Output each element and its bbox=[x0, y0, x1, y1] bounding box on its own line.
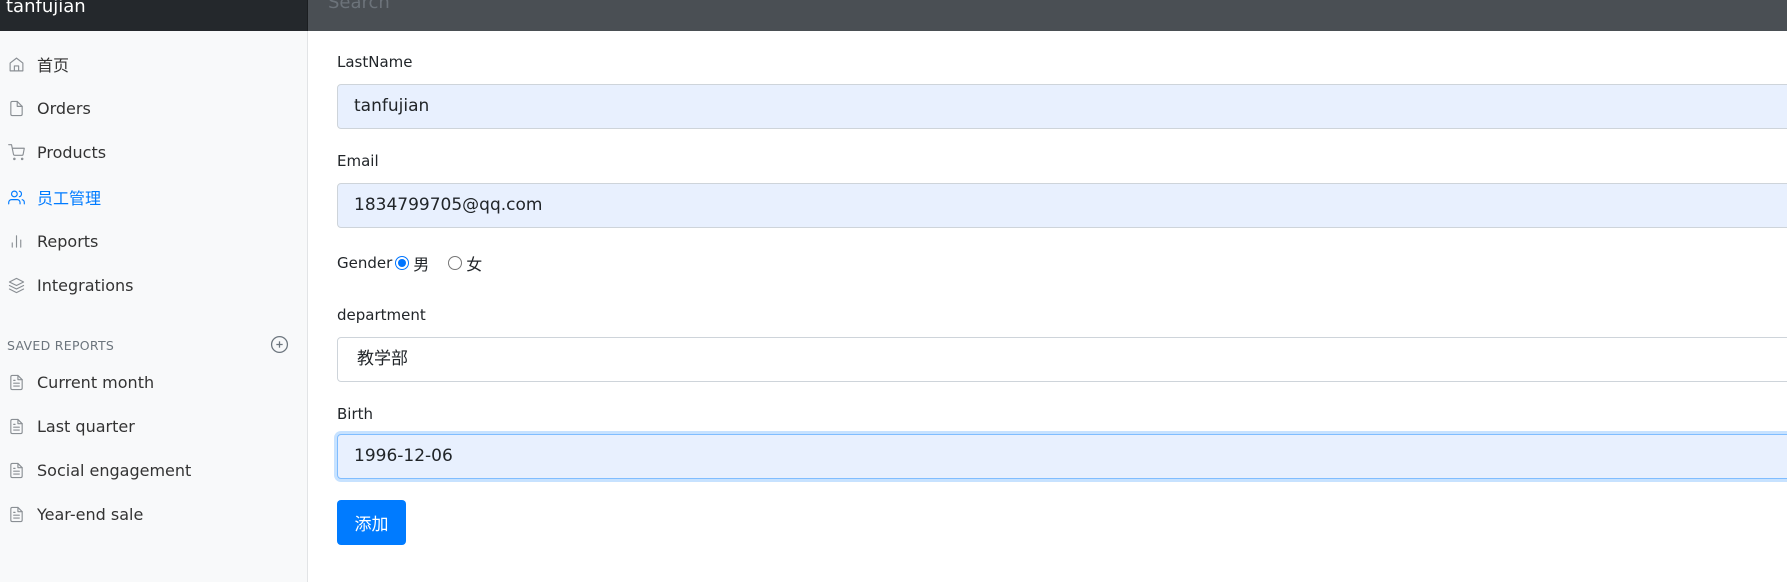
sidebar: 首页 Orders Products 员工管理 Reports Integrat… bbox=[0, 31, 308, 582]
lastname-label: LastName bbox=[337, 53, 413, 71]
top-navbar: tanfujian Search bbox=[0, 0, 1787, 31]
file-text-icon bbox=[7, 417, 25, 435]
sidebar-item-integrations[interactable]: Integrations bbox=[0, 270, 300, 300]
employee-form: LastName tanfujian Email 1834799705@qq.c… bbox=[309, 31, 1787, 582]
search-input[interactable]: Search bbox=[308, 0, 1787, 31]
add-button[interactable]: 添加 bbox=[337, 500, 406, 545]
sidebar-item-label: Reports bbox=[37, 231, 99, 251]
gender-radio-male[interactable] bbox=[395, 256, 410, 270]
birth-label: Birth bbox=[337, 405, 374, 423]
bar-chart-icon bbox=[7, 232, 25, 250]
gender-field: Gender 男 女 bbox=[337, 251, 498, 275]
search-placeholder: Search bbox=[328, 0, 390, 13]
birth-input[interactable]: 1996-12-06 bbox=[337, 434, 1787, 479]
shopping-cart-icon bbox=[7, 143, 25, 161]
home-icon bbox=[7, 55, 25, 73]
file-text-icon bbox=[7, 505, 25, 523]
saved-report-label: Social engagement bbox=[37, 460, 192, 480]
brand-name[interactable]: tanfujian bbox=[0, 0, 308, 31]
sidebar-item-label: Orders bbox=[37, 98, 91, 118]
file-icon bbox=[7, 99, 25, 117]
saved-report-social-engagement[interactable]: Social engagement bbox=[0, 455, 300, 485]
sidebar-item-label: 员工管理 bbox=[37, 189, 102, 208]
email-input[interactable]: 1834799705@qq.com bbox=[337, 183, 1787, 228]
file-text-icon bbox=[7, 373, 25, 391]
saved-reports-heading: SAVED REPORTS bbox=[7, 338, 115, 353]
users-icon bbox=[7, 188, 25, 206]
gender-label: Gender bbox=[337, 254, 393, 272]
saved-report-label: Last quarter bbox=[37, 416, 135, 436]
sidebar-item-orders[interactable]: Orders bbox=[0, 93, 300, 123]
sidebar-item-label: 首页 bbox=[37, 56, 70, 75]
department-label: department bbox=[337, 306, 426, 324]
gender-radio-female-label[interactable]: 女 bbox=[466, 251, 482, 275]
department-select[interactable]: 教学部 bbox=[337, 337, 1787, 382]
plus-circle-icon bbox=[270, 335, 289, 354]
gender-radio-female[interactable] bbox=[448, 256, 463, 270]
layers-icon bbox=[7, 276, 25, 294]
lastname-input[interactable]: tanfujian bbox=[337, 84, 1787, 129]
email-label: Email bbox=[337, 152, 379, 170]
saved-report-label: Current month bbox=[37, 372, 155, 392]
sidebar-item-reports[interactable]: Reports bbox=[0, 226, 300, 256]
sidebar-item-label: Products bbox=[37, 142, 107, 162]
file-text-icon bbox=[7, 461, 25, 479]
sidebar-item-label: Integrations bbox=[37, 275, 134, 295]
saved-report-current-month[interactable]: Current month bbox=[0, 367, 300, 397]
saved-report-year-end-sale[interactable]: Year-end sale bbox=[0, 499, 300, 529]
gender-radio-male-label[interactable]: 男 bbox=[413, 251, 429, 275]
saved-report-last-quarter[interactable]: Last quarter bbox=[0, 411, 300, 441]
sidebar-item-products[interactable]: Products bbox=[0, 137, 300, 167]
sidebar-item-employee-management[interactable]: 员工管理 bbox=[0, 182, 300, 212]
saved-report-label: Year-end sale bbox=[37, 504, 144, 524]
sidebar-item-home[interactable]: 首页 bbox=[0, 49, 300, 79]
add-report-button[interactable] bbox=[270, 335, 289, 354]
